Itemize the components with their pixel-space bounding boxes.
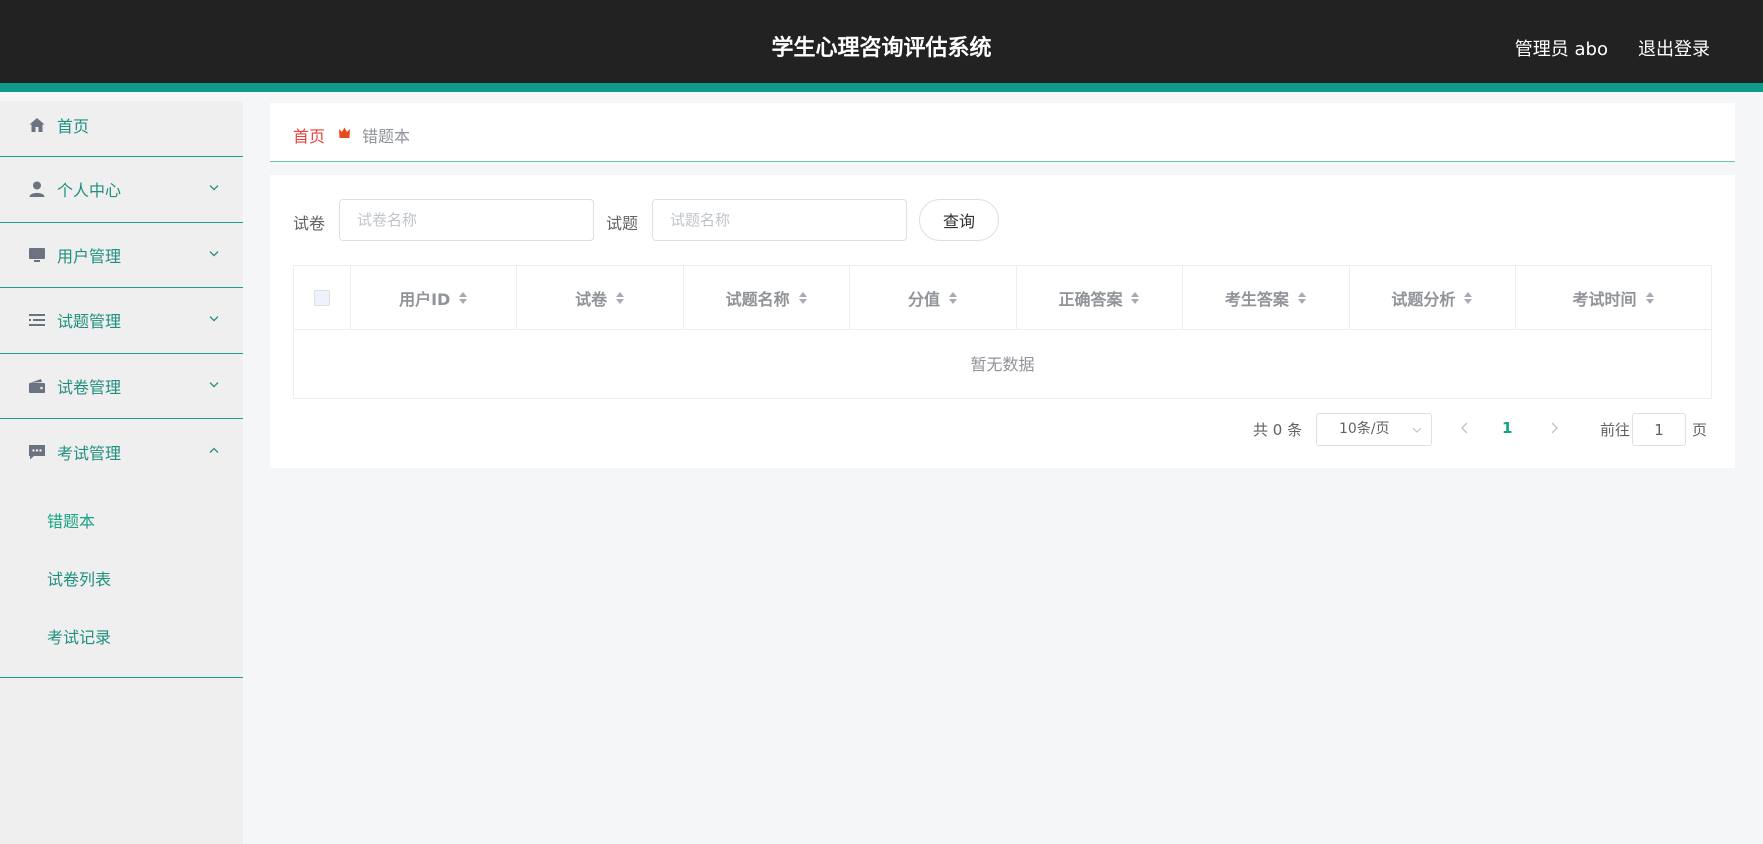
chevron-up-icon [209, 447, 219, 453]
column-header-label: 试题分析 [1391, 289, 1456, 309]
page-size-value: 10条/页 [1339, 421, 1390, 437]
breadcrumb-home-link[interactable]: 首页 [293, 123, 325, 147]
chevron-down-icon [209, 185, 219, 191]
table-empty-text: 暂无数据 [970, 355, 1035, 374]
sort-icon[interactable] [458, 290, 468, 306]
sidebar-item-label: 试题管理 [57, 312, 122, 332]
wrong-questions-table: 用户ID 试卷 试题名称 分值 正确答案 考生答案 试题分析 考试时间 暂无数据 [293, 265, 1712, 399]
app-title: 学生心理咨询评估系统 [771, 36, 992, 61]
goto-label: 前往 [1600, 421, 1631, 439]
column-header-user-id[interactable]: 用户ID [351, 266, 518, 329]
column-header-label: 考试时间 [1572, 289, 1637, 309]
exam-submenu: 错题本 试卷列表 考试记录 [0, 485, 243, 678]
chevron-down-icon [209, 250, 219, 257]
sidebar-item-exam-management[interactable]: 考试管理 [0, 419, 243, 485]
sort-icon[interactable] [1463, 290, 1473, 306]
sort-icon[interactable] [948, 290, 958, 306]
sidebar-item-label: 个人中心 [57, 181, 122, 201]
question-search-label: 试题 [606, 214, 639, 233]
page-number-current[interactable]: 1 [1502, 419, 1512, 437]
column-header-student-answer[interactable]: 考生答案 [1183, 266, 1350, 329]
sort-icon[interactable] [1645, 290, 1655, 306]
chat-icon [29, 444, 45, 460]
sidebar-item-question-management[interactable]: 试题管理 [0, 288, 243, 354]
chevron-down-icon [209, 316, 219, 322]
goto-page-suffix: 页 [1692, 421, 1708, 439]
sidebar-item-personal-center[interactable]: 个人中心 [0, 157, 243, 223]
column-header-question-name[interactable]: 试题名称 [684, 266, 851, 329]
prev-page-icon[interactable] [1458, 421, 1472, 435]
column-header-label: 试题名称 [725, 289, 790, 309]
column-header-label: 试卷 [575, 289, 608, 309]
sidebar-item-label: 试卷管理 [57, 377, 122, 397]
home-icon [29, 118, 45, 132]
column-header-label: 分值 [908, 289, 941, 309]
sort-icon[interactable] [798, 290, 808, 306]
sidebar: 首页 个人中心 用户管理 试题管理 试卷管理 考试管理 错题本 试卷列表 考试记… [0, 101, 243, 844]
submenu-item-wrong-questions[interactable]: 错题本 [0, 493, 243, 551]
crown-icon [339, 127, 350, 138]
next-page-icon[interactable] [1547, 421, 1561, 435]
sidebar-item-label: 首页 [57, 117, 90, 136]
sidebar-item-label: 考试管理 [57, 443, 122, 463]
submenu-item-exam-records[interactable]: 考试记录 [0, 609, 243, 667]
top-header: 学生心理咨询评估系统 管理员 abo 退出登录 [0, 0, 1763, 92]
column-header-analysis[interactable]: 试题分析 [1350, 266, 1517, 329]
column-header-exam-time[interactable]: 考试时间 [1516, 266, 1711, 329]
sidebar-item-paper-management[interactable]: 试卷管理 [0, 354, 243, 419]
breadcrumb: 首页 错题本 [270, 103, 1735, 162]
column-header-label: 用户ID [399, 289, 451, 309]
main-panel: 试卷 试题 查询 用户ID 试卷 试题名称 分值 [270, 175, 1735, 468]
logout-button[interactable]: 退出登录 [1638, 35, 1710, 61]
chevron-down-icon [209, 381, 219, 388]
column-header-label: 正确答案 [1058, 289, 1123, 309]
monitor-icon [29, 247, 45, 262]
sort-icon[interactable] [615, 290, 625, 306]
select-all-checkbox[interactable] [313, 289, 330, 306]
goto-page-input[interactable] [1632, 413, 1686, 446]
page-size-select[interactable]: 10条/页 [1316, 413, 1432, 446]
current-user: 管理员 abo [1514, 39, 1608, 60]
column-header-paper[interactable]: 试卷 [517, 266, 684, 329]
question-name-input[interactable] [652, 199, 907, 241]
breadcrumb-current: 错题本 [362, 127, 411, 146]
column-header-correct-answer[interactable]: 正确答案 [1017, 266, 1184, 329]
paper-search-label: 试卷 [293, 214, 326, 233]
sidebar-item-user-management[interactable]: 用户管理 [0, 223, 243, 288]
user-icon [29, 181, 45, 198]
sort-icon[interactable] [1297, 290, 1307, 306]
paper-name-input[interactable] [339, 199, 594, 241]
chevron-down-icon [1412, 427, 1422, 433]
sidebar-item-label: 用户管理 [57, 246, 122, 266]
sidebar-item-home[interactable]: 首页 [0, 101, 243, 157]
wallet-icon [29, 378, 45, 393]
column-header-label: 考生答案 [1224, 289, 1289, 309]
column-header-score[interactable]: 分值 [850, 266, 1017, 329]
table-header: 用户ID 试卷 试题名称 分值 正确答案 考生答案 试题分析 考试时间 [294, 266, 1711, 330]
sort-icon[interactable] [1130, 290, 1140, 306]
select-all-cell [294, 266, 351, 329]
submenu-item-paper-list[interactable]: 试卷列表 [0, 551, 243, 609]
pagination-total: 共 0 条 [1253, 421, 1303, 439]
list-icon [29, 314, 45, 327]
query-button[interactable]: 查询 [919, 199, 999, 241]
